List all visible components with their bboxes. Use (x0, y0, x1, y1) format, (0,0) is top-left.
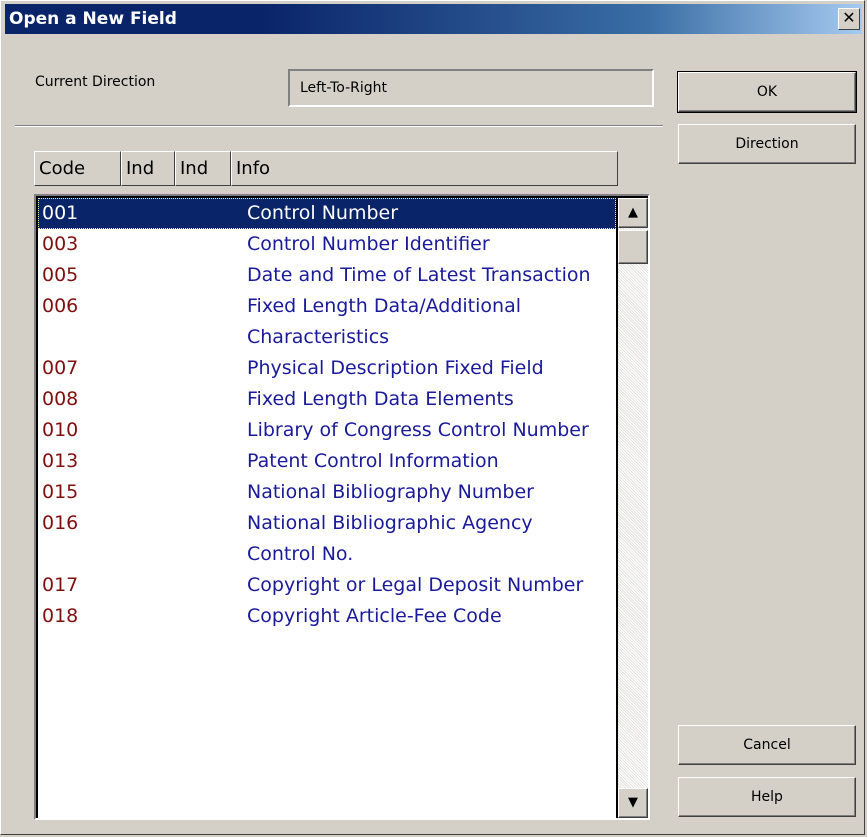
scroll-up-button[interactable]: ▲ (618, 198, 648, 228)
list-item[interactable]: 007 Physical Description Fixed Field (38, 353, 616, 384)
field-list-body: 001 Control Number 003 Control Number Ident… (38, 198, 616, 818)
open-new-field-dialog: Open a New Field ✕ Current Direction Lef… (0, 0, 865, 835)
list-item[interactable]: 006 Fixed Length Data/Additional Characte… (38, 291, 616, 353)
field-code: 003 (42, 233, 79, 255)
field-info: National Bibliographic Agency Control No… (247, 512, 533, 565)
field-code: 015 (42, 481, 79, 503)
field-info: Physical Description Fixed Field (247, 357, 544, 379)
list-item[interactable]: 016 National Bibliographic Agency Control… (38, 508, 616, 570)
list-item[interactable]: 017 Copyright or Legal Deposit Number (38, 570, 616, 601)
field-code: 001 (42, 202, 79, 224)
current-direction-label: Current Direction (35, 74, 156, 90)
field-info: Control Number (247, 202, 399, 224)
column-header-ind1[interactable]: Ind (121, 151, 175, 186)
field-info: Copyright or Legal Deposit Number (247, 574, 584, 596)
field-info: Library of Congress Control Number (247, 419, 589, 441)
separator (15, 125, 663, 127)
window-title: Open a New Field (9, 9, 177, 29)
current-direction-field: Left-To-Right (288, 69, 654, 107)
column-header-info[interactable]: Info (231, 151, 618, 186)
field-info: Control Number Identifier (247, 233, 490, 255)
field-info: Fixed Length Data Elements (247, 388, 514, 410)
help-button[interactable]: Help (678, 777, 856, 817)
list-item[interactable]: 008 Fixed Length Data Elements (38, 384, 616, 415)
close-button[interactable]: ✕ (838, 8, 860, 30)
field-code: 010 (42, 419, 79, 441)
field-code: 005 (42, 264, 79, 286)
title-bar[interactable]: Open a New Field ✕ (5, 4, 862, 34)
list-item[interactable]: 013 Patent Control Information (38, 446, 616, 477)
field-info: Fixed Length Data/Additional Characteris… (247, 295, 521, 348)
arrow-up-icon: ▲ (628, 205, 638, 220)
list-item[interactable]: 018 Copyright Article-Fee Code (38, 601, 616, 632)
field-info: Date and Time of Latest Transaction (247, 264, 591, 286)
field-code: 007 (42, 357, 79, 379)
close-icon: ✕ (842, 8, 856, 27)
column-header-code[interactable]: Code (34, 151, 121, 186)
list-item[interactable]: 001 Control Number (38, 198, 616, 229)
field-list: 001 Control Number 003 Control Number Ident… (34, 194, 650, 820)
scroll-down-button[interactable]: ▼ (618, 788, 648, 818)
scroll-thumb[interactable] (618, 230, 648, 264)
direction-button[interactable]: Direction (678, 124, 856, 164)
list-item[interactable]: 010 Library of Congress Control Number (38, 415, 616, 446)
field-info: National Bibliography Number (247, 481, 534, 503)
list-header: Code Ind Ind Info (34, 151, 618, 186)
column-header-ind2[interactable]: Ind (175, 151, 231, 186)
field-info: Copyright Article-Fee Code (247, 605, 502, 627)
list-item[interactable]: 003 Control Number Identifier (38, 229, 616, 260)
cancel-button[interactable]: Cancel (678, 725, 856, 765)
vertical-scrollbar[interactable]: ▲ ▼ (618, 198, 648, 818)
field-code: 008 (42, 388, 79, 410)
field-code: 018 (42, 605, 79, 627)
field-info: Patent Control Information (247, 450, 499, 472)
ok-button[interactable]: OK (677, 71, 857, 113)
arrow-down-icon: ▼ (628, 795, 638, 810)
field-code: 013 (42, 450, 79, 472)
field-code: 016 (42, 512, 79, 534)
field-code: 006 (42, 295, 79, 317)
field-code: 017 (42, 574, 79, 596)
list-item[interactable]: 015 National Bibliography Number (38, 477, 616, 508)
list-item[interactable]: 005 Date and Time of Latest Transaction (38, 260, 616, 291)
